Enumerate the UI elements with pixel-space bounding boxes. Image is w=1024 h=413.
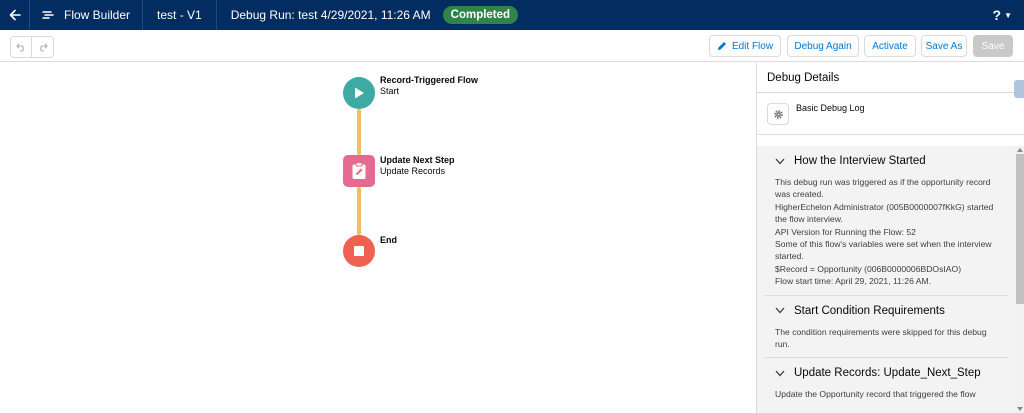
debug-again-label: Debug Again — [794, 40, 852, 52]
undo-icon — [16, 43, 24, 52]
flow-builder-logo: Flow Builder — [30, 0, 144, 30]
save-as-label: Save As — [925, 40, 963, 52]
panel-title: Debug Details — [757, 63, 1024, 93]
debug-again-button[interactable]: Debug Again — [787, 35, 859, 57]
chevron-down-icon — [775, 158, 785, 164]
section-toggle[interactable]: Start Condition Requirements — [765, 296, 1007, 326]
node-title: Update Next Step — [380, 155, 455, 165]
log-line: Some of this flow's variables were set w… — [775, 239, 994, 262]
log-line: $Record = Opportunity (006B0000006BDOsIA… — [775, 263, 962, 274]
update-node-label: Update Next Step Update Records — [380, 155, 455, 177]
section-toggle[interactable]: Update Records: Update_Next_Step — [765, 358, 1007, 388]
connector-line — [357, 187, 361, 235]
scroll-up-arrow[interactable] — [1017, 148, 1023, 152]
connector-line — [357, 109, 361, 155]
section-text: The condition requirements were skipped … — [765, 326, 1007, 358]
undo-redo-group — [10, 36, 54, 58]
end-node-label: End — [380, 235, 397, 246]
log-line: This debug run was triggered as if the o… — [775, 177, 993, 200]
debug-options-row: Basic Debug Log — [757, 93, 1024, 135]
debug-log-option-label: Basic Debug Log — [796, 103, 865, 113]
section-toggle[interactable]: How the Interview Started — [765, 146, 1007, 176]
chevron-down-icon — [775, 307, 785, 314]
update-records-node[interactable] — [343, 155, 375, 187]
section-title: Start Condition Requirements — [794, 304, 945, 317]
status-badge: Completed — [442, 6, 519, 24]
pencil-icon — [717, 42, 726, 50]
debug-options-button[interactable] — [767, 103, 789, 125]
play-icon — [355, 87, 364, 99]
section-title: Update Records: Update_Next_Step — [794, 367, 981, 380]
section-text: Update the Opportunity record that trigg… — [765, 388, 1007, 407]
save-button[interactable]: Save — [973, 35, 1013, 57]
activate-button[interactable]: Activate — [864, 35, 916, 57]
app-name: Flow Builder — [64, 8, 131, 22]
log-line: Flow start time: April 29, 2021, 11:26 A… — [775, 276, 932, 287]
gear-icon — [773, 109, 783, 119]
debug-section: Start Condition Requirements The conditi… — [765, 296, 1007, 359]
help-icon: ? — [992, 7, 1002, 23]
node-title: End — [380, 235, 397, 245]
save-label: Save — [981, 40, 1005, 52]
debug-section: Update Records: Update_Next_Step Update … — [765, 358, 1007, 407]
edit-flow-button[interactable]: Edit Flow — [709, 35, 781, 57]
stop-icon — [354, 246, 364, 256]
flow-name-version: test - V1 — [143, 0, 217, 30]
collapse-panel-tab[interactable] — [1014, 80, 1024, 98]
flow-icon — [42, 11, 54, 19]
help-menu-button[interactable]: ? ▼ — [993, 0, 1012, 30]
panel-scrollbar[interactable] — [1015, 146, 1024, 413]
start-node-label: Record-Triggered Flow Start — [380, 75, 478, 97]
clipboard-edit-icon — [352, 162, 366, 179]
chevron-down-icon — [775, 370, 785, 377]
flow-canvas[interactable]: Record-Triggered Flow Start Update Next … — [0, 63, 756, 413]
redo-icon — [39, 43, 48, 52]
log-line: The condition requirements were skipped … — [775, 326, 990, 350]
save-as-button[interactable]: Save As — [921, 35, 967, 57]
node-subtitle: Start — [380, 86, 400, 96]
redo-button[interactable] — [32, 36, 54, 58]
debug-run-label: Debug Run: test 4/29/2021, 11:26 AM — [230, 8, 431, 22]
toolbar: Edit Flow Debug Again Activate Save As S… — [0, 30, 1024, 62]
back-button[interactable] — [0, 0, 30, 30]
back-arrow-icon — [9, 9, 21, 21]
scrollbar-thumb[interactable] — [1016, 154, 1024, 304]
node-title: Record-Triggered Flow — [380, 75, 479, 85]
undo-button[interactable] — [10, 36, 32, 58]
end-node[interactable] — [343, 235, 375, 267]
section-text: This debug run was triggered as if the o… — [765, 176, 1007, 295]
scroll-down-arrow[interactable] — [1017, 407, 1023, 411]
section-title: How the Interview Started — [794, 155, 926, 167]
log-line: API Version for Running the Flow: 52 — [775, 226, 916, 237]
log-line: Update the Opportunity record that trigg… — [775, 389, 976, 400]
debug-log-body[interactable]: How the Interview Started This debug run… — [757, 146, 1015, 413]
log-line: HigherEchelon Administrator (005B0000007… — [775, 201, 996, 225]
edit-flow-label: Edit Flow — [731, 40, 774, 52]
activate-label: Activate — [872, 40, 908, 52]
chevron-down-icon: ▼ — [1004, 10, 1012, 20]
debug-details-panel: Debug Details Basic Debug Log How the In… — [756, 63, 1024, 413]
top-header-bar: Flow Builder test - V1 Debug Run: test 4… — [0, 0, 1024, 30]
node-subtitle: Update Records — [380, 166, 446, 176]
debug-section: How the Interview Started This debug run… — [765, 146, 1007, 296]
start-node[interactable] — [343, 77, 375, 109]
